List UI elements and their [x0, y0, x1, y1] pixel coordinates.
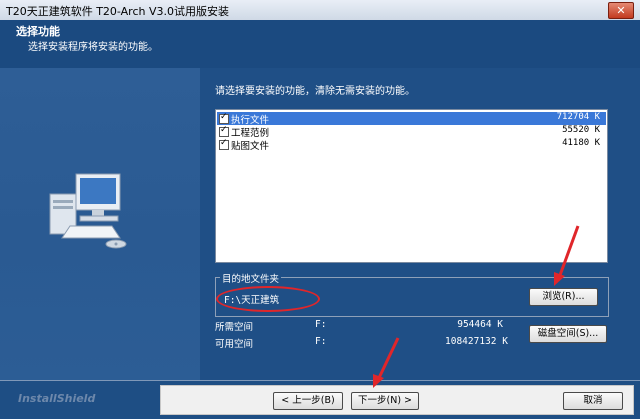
back-button[interactable]: < 上一步(B)	[273, 392, 343, 410]
list-item[interactable]: 执行文件 712704 K	[217, 112, 606, 126]
left-illustration-pane	[0, 68, 200, 380]
browse-button[interactable]: 浏览(R)...	[529, 288, 598, 306]
available-space-drive: F:	[315, 336, 327, 347]
feature-checkbox[interactable]	[219, 112, 229, 124]
feature-size: 55520 K	[562, 125, 600, 135]
window-title: T20天正建筑软件 T20-Arch V3.0试用版安装	[6, 5, 229, 18]
header-banner: 选择功能 选择安装程序将安装的功能。	[0, 20, 640, 68]
required-space-amount: 954464 K	[457, 319, 503, 330]
required-space-row: 所需空间 F: 954464 K	[215, 319, 503, 333]
annotation-arrow-browse	[554, 225, 580, 286]
available-space-label: 可用空间	[215, 339, 254, 350]
footer-bar: InstallShield < 上一步(B) 下一步(N) > 取消	[0, 380, 640, 419]
feature-checkbox[interactable]	[219, 138, 229, 150]
feature-checkbox[interactable]	[219, 125, 229, 137]
list-item[interactable]: 贴图文件 41180 K	[217, 138, 606, 152]
next-button[interactable]: 下一步(N) >	[351, 392, 419, 410]
main-pane: 请选择要安装的功能，清除无需安装的功能。 执行文件 712704 K 工程范例 …	[200, 68, 640, 380]
page-title: 选择功能	[16, 25, 60, 38]
feature-size: 712704 K	[556, 112, 600, 122]
required-space-label: 所需空间	[215, 322, 254, 333]
installshield-logo: InstallShield	[18, 392, 96, 405]
annotation-arrow-next	[373, 337, 400, 388]
available-space-row: 可用空间 F: 108427132 K	[215, 336, 508, 350]
cancel-button[interactable]: 取消	[563, 392, 623, 410]
list-item[interactable]: 工程范例 55520 K	[217, 125, 606, 139]
required-space-drive: F:	[315, 319, 327, 330]
page-subtitle: 选择安装程序将安装的功能。	[28, 42, 158, 53]
feature-name: 执行文件	[231, 115, 270, 126]
instruction-text: 请选择要安装的功能，清除无需安装的功能。	[215, 86, 415, 97]
close-button[interactable]: ✕	[608, 2, 634, 19]
title-bar: T20天正建筑软件 T20-Arch V3.0试用版安装 ✕	[0, 0, 640, 21]
disk-space-button[interactable]: 磁盘空间(S)...	[529, 325, 607, 343]
destination-label: 目的地文件夹	[220, 271, 282, 285]
highlight-oval	[216, 286, 320, 312]
feature-name: 贴图文件	[231, 141, 270, 152]
feature-size: 41180 K	[562, 138, 600, 148]
computer-icon	[49, 173, 127, 249]
feature-name: 工程范例	[231, 128, 270, 139]
available-space-amount: 108427132 K	[445, 336, 508, 347]
